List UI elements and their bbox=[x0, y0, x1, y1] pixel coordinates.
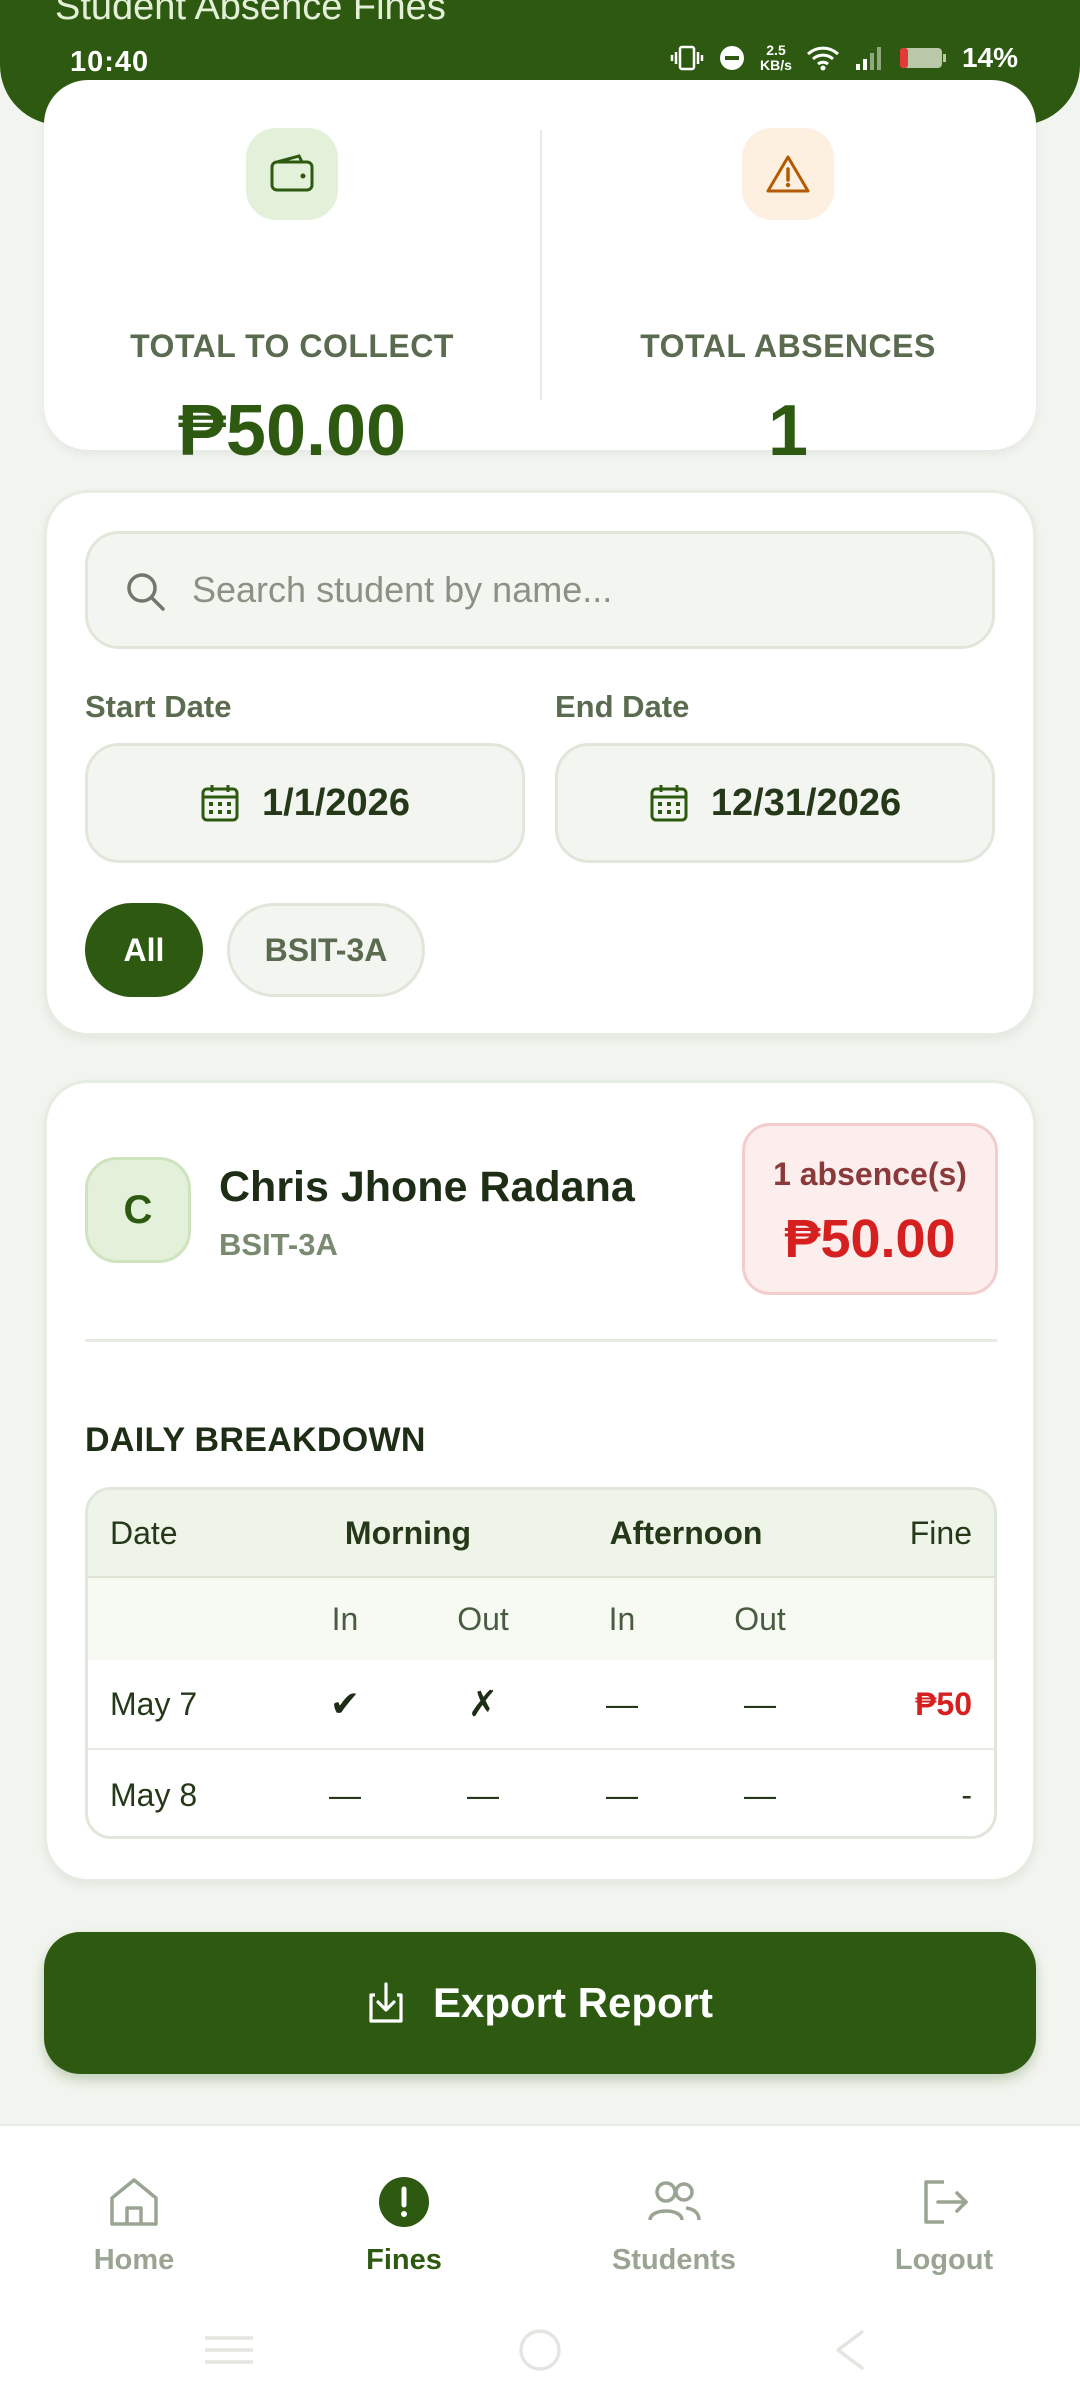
alert-circle-icon bbox=[379, 2177, 429, 2227]
row-date: May 7 bbox=[110, 1685, 198, 1722]
end-date-field[interactable]: 12/31/2026 bbox=[555, 743, 995, 863]
table-subheader-row: In Out In Out bbox=[88, 1578, 994, 1660]
end-date-value: 12/31/2026 bbox=[710, 781, 902, 824]
total-collect-label: TOTAL TO COLLECT bbox=[130, 328, 454, 364]
total-absences-label: TOTAL ABSENCES bbox=[640, 328, 936, 364]
recent-apps-icon[interactable] bbox=[203, 2330, 255, 2370]
total-absences-value: 1 bbox=[767, 391, 809, 471]
table-row: May 8 — — — — - bbox=[88, 1750, 994, 1836]
row-fine: ₱50 bbox=[915, 1685, 972, 1722]
morning-in-check-icon: ✔ bbox=[329, 1683, 361, 1724]
header-morning: Morning bbox=[344, 1514, 472, 1551]
row-date: May 8 bbox=[110, 1776, 198, 1813]
export-report-label: Export Report bbox=[432, 1979, 713, 2026]
battery-icon bbox=[898, 44, 948, 72]
calendar-icon bbox=[201, 785, 239, 822]
subheader-morning-out: Out bbox=[457, 1600, 509, 1637]
wifi-icon bbox=[806, 44, 840, 72]
download-icon bbox=[369, 1982, 403, 2023]
student-section: BSIT-3A bbox=[219, 1227, 338, 1262]
nav-logout-label: Logout bbox=[894, 2244, 994, 2276]
end-date-label: End Date bbox=[555, 689, 690, 724]
header-afternoon: Afternoon bbox=[609, 1514, 763, 1551]
filter-card: Start Date 1/1/2026 End Date 12/31/2026 … bbox=[44, 490, 1036, 1036]
users-icon bbox=[648, 2181, 701, 2221]
export-report-button[interactable]: Export Report bbox=[44, 1932, 1036, 2074]
signal-icon bbox=[854, 44, 884, 72]
search-input[interactable] bbox=[192, 554, 972, 626]
header-date: Date bbox=[110, 1514, 178, 1551]
nav-students[interactable]: Students bbox=[574, 2172, 774, 2277]
subheader-morning-in: In bbox=[331, 1600, 359, 1637]
net-speed: 2.5 KB/s bbox=[760, 42, 792, 73]
status-time: 10:40 bbox=[70, 46, 150, 78]
home-icon bbox=[110, 2178, 158, 2226]
start-date-label: Start Date bbox=[85, 689, 232, 724]
nav-home-label: Home bbox=[93, 2244, 175, 2276]
nav-logout[interactable]: Logout bbox=[844, 2172, 1044, 2277]
absence-count: 1 absence(s) bbox=[773, 1156, 967, 1192]
status-bar: 10:40 2.5 KB/s 14% bbox=[0, 40, 1080, 84]
total-collect-section: TOTAL TO COLLECT ₱50.00 bbox=[44, 80, 540, 471]
dnd-icon bbox=[718, 44, 746, 72]
fine-total: ₱50.00 bbox=[784, 1209, 956, 1269]
filter-chip-all[interactable]: All bbox=[85, 903, 203, 997]
total-collect-value: ₱50.00 bbox=[177, 391, 407, 471]
afternoon-out-value: — bbox=[744, 1685, 776, 1722]
student-name: Chris Jhone Radana bbox=[219, 1163, 635, 1211]
back-icon[interactable] bbox=[832, 2328, 868, 2372]
vibrate-icon bbox=[670, 44, 704, 72]
app-title: Student Absence Fines bbox=[55, 0, 446, 28]
nav-students-label: Students bbox=[611, 2244, 737, 2276]
subheader-afternoon-out: Out bbox=[734, 1600, 786, 1637]
nav-home[interactable]: Home bbox=[34, 2172, 234, 2277]
afternoon-in-value: — bbox=[606, 1776, 638, 1813]
search-icon bbox=[127, 573, 165, 611]
morning-out-cross-icon: ✗ bbox=[467, 1683, 499, 1724]
table-header-row: Date Morning Afternoon Fine bbox=[88, 1490, 994, 1578]
start-date-field[interactable]: 1/1/2026 bbox=[85, 743, 525, 863]
header-fine: Fine bbox=[909, 1514, 972, 1551]
system-nav-bar bbox=[0, 2320, 1080, 2380]
filter-chip-bsit-3a[interactable]: BSIT-3A bbox=[227, 903, 425, 997]
breakdown-title: DAILY BREAKDOWN bbox=[85, 1421, 426, 1459]
subheader-afternoon-in: In bbox=[608, 1600, 636, 1637]
logout-icon bbox=[924, 2180, 968, 2224]
avatar: C bbox=[85, 1157, 191, 1263]
student-card[interactable]: C Chris Jhone Radana BSIT-3A 1 absence(s… bbox=[44, 1080, 1036, 1882]
summary-card: TOTAL TO COLLECT ₱50.00 TOTAL ABSENCES 1 bbox=[44, 80, 1036, 471]
fine-badge: 1 absence(s) ₱50.00 bbox=[742, 1123, 998, 1295]
afternoon-in-value: — bbox=[606, 1685, 638, 1722]
wallet-icon bbox=[246, 128, 338, 220]
morning-in-value: — bbox=[329, 1776, 361, 1813]
total-absences-section: TOTAL ABSENCES 1 bbox=[540, 80, 1036, 471]
table-row: May 7 ✔ ✗ — — ₱50 bbox=[88, 1660, 994, 1750]
nav-fines[interactable]: Fines bbox=[304, 2172, 504, 2277]
search-box[interactable] bbox=[85, 531, 995, 649]
home-circle-icon[interactable] bbox=[518, 2328, 562, 2372]
afternoon-out-value: — bbox=[744, 1776, 776, 1813]
warning-icon bbox=[742, 128, 834, 220]
morning-out-value: — bbox=[467, 1776, 499, 1813]
calendar-icon bbox=[650, 785, 688, 822]
battery-percent: 14% bbox=[961, 42, 1018, 73]
nav-fines-label: Fines bbox=[366, 2244, 442, 2276]
breakdown-table: Date Morning Afternoon Fine In Out In Ou… bbox=[85, 1487, 997, 1839]
divider bbox=[85, 1339, 997, 1342]
start-date-value: 1/1/2026 bbox=[262, 781, 410, 824]
row-fine: - bbox=[961, 1776, 972, 1813]
